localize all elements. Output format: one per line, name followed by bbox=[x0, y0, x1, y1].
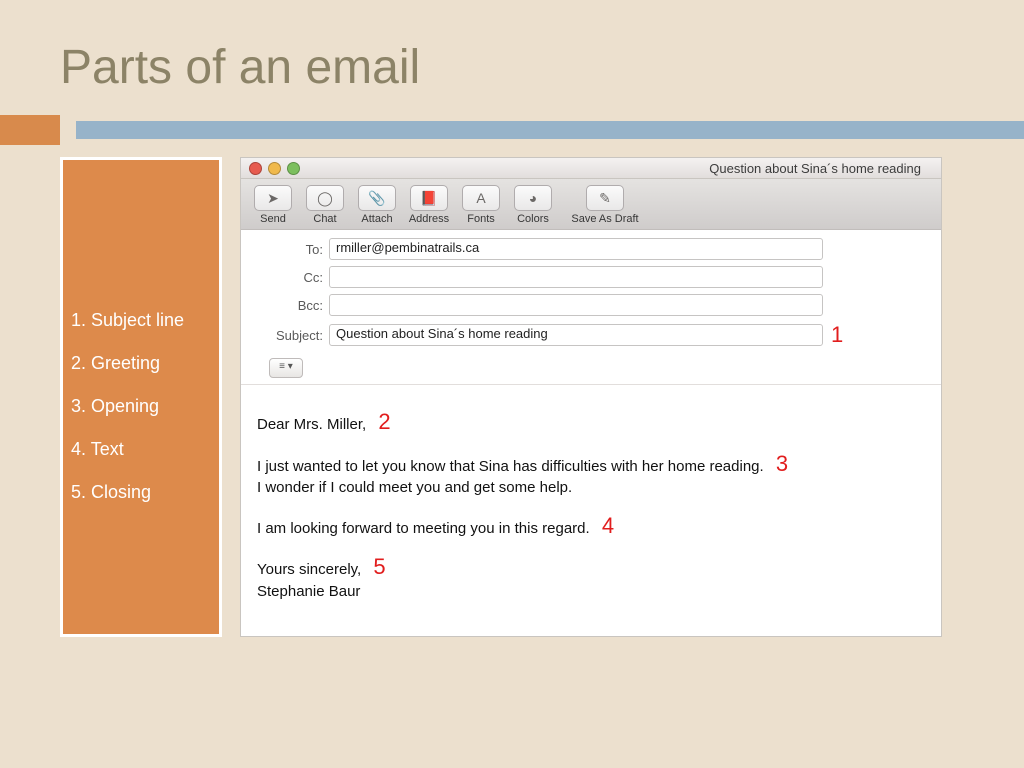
closing-paragraph: Yours sincerely, 5 Stephanie Baur bbox=[257, 552, 925, 602]
colors-label: Colors bbox=[517, 213, 549, 225]
bcc-label: Bcc: bbox=[241, 298, 329, 313]
cc-field[interactable] bbox=[329, 266, 823, 288]
paper-plane-icon: ➤ bbox=[254, 185, 292, 211]
accent-gap bbox=[60, 115, 76, 145]
text-paragraph: I am looking forward to meeting you in t… bbox=[257, 511, 925, 541]
accent-blue bbox=[76, 121, 1024, 139]
mail-compose-window: Question about Sina´s home reading ➤ Sen… bbox=[240, 157, 942, 637]
list-item: 1. Subject line bbox=[71, 310, 207, 331]
accent-orange bbox=[0, 115, 60, 145]
greeting-line: Dear Mrs. Miller, 2 bbox=[257, 407, 925, 437]
list-item: 5. Closing bbox=[71, 482, 207, 503]
fonts-button[interactable]: A Fonts bbox=[459, 185, 503, 225]
opening-paragraph: I just wanted to let you know that Sina … bbox=[257, 449, 925, 499]
zoom-icon[interactable] bbox=[287, 162, 300, 175]
subject-label: Subject: bbox=[241, 328, 329, 343]
bcc-row: Bcc: bbox=[241, 294, 931, 316]
mail-body[interactable]: Dear Mrs. Miller, 2 I just wanted to let… bbox=[241, 385, 941, 634]
greeting-text: Dear Mrs. Miller, bbox=[257, 416, 366, 433]
to-row: To: rmiller@pembinatrails.ca bbox=[241, 238, 931, 260]
toolbar: ➤ Send ◯ Chat 📎 Attach 📕 Address A Fonts… bbox=[241, 179, 941, 230]
annotation-1: 1 bbox=[831, 322, 843, 348]
parts-list: 1. Subject line 2. Greeting 3. Opening 4… bbox=[60, 157, 222, 637]
attach-label: Attach bbox=[361, 213, 392, 225]
attach-button[interactable]: 📎 Attach bbox=[355, 185, 399, 225]
content-row: 1. Subject line 2. Greeting 3. Opening 4… bbox=[0, 145, 1024, 637]
window-titlebar: Question about Sina´s home reading bbox=[241, 158, 941, 179]
header-options-button[interactable]: ≡ ▾ bbox=[269, 358, 303, 378]
fonts-label: Fonts bbox=[467, 213, 495, 225]
address-book-icon: 📕 bbox=[410, 185, 448, 211]
colors-button[interactable]: ◕ Colors bbox=[511, 185, 555, 225]
accent-bar bbox=[0, 115, 1024, 145]
annotation-3: 3 bbox=[776, 451, 788, 476]
bcc-field[interactable] bbox=[329, 294, 823, 316]
opening-line2: I wonder if I could meet you and get som… bbox=[257, 479, 572, 496]
options-row: ≡ ▾ bbox=[241, 354, 931, 378]
list-item: 3. Opening bbox=[71, 396, 207, 417]
annotation-4: 4 bbox=[602, 513, 614, 538]
chat-label: Chat bbox=[313, 213, 336, 225]
to-field[interactable]: rmiller@pembinatrails.ca bbox=[329, 238, 823, 260]
cc-label: Cc: bbox=[241, 270, 329, 285]
text-line: I am looking forward to meeting you in t… bbox=[257, 520, 590, 537]
slide-title: Parts of an email bbox=[60, 40, 1024, 95]
annotation-5: 5 bbox=[373, 554, 385, 579]
cc-row: Cc: bbox=[241, 266, 931, 288]
subject-row: Subject: Question about Sina´s home read… bbox=[241, 322, 931, 348]
save-draft-button[interactable]: ✎ Save As Draft bbox=[563, 185, 647, 225]
closing-line2: Stephanie Baur bbox=[257, 583, 360, 600]
window-title: Question about Sina´s home reading bbox=[709, 161, 921, 176]
list-item: 4. Text bbox=[71, 439, 207, 460]
opening-line1: I just wanted to let you know that Sina … bbox=[257, 458, 764, 475]
send-label: Send bbox=[260, 213, 286, 225]
color-wheel-icon: ◕ bbox=[514, 185, 552, 211]
subject-field[interactable]: Question about Sina´s home reading bbox=[329, 324, 823, 346]
minimize-icon[interactable] bbox=[268, 162, 281, 175]
chat-bubble-icon: ◯ bbox=[306, 185, 344, 211]
address-button[interactable]: 📕 Address bbox=[407, 185, 451, 225]
annotation-2: 2 bbox=[378, 409, 390, 434]
fonts-icon: A bbox=[462, 185, 500, 211]
list-item: 2. Greeting bbox=[71, 353, 207, 374]
send-button[interactable]: ➤ Send bbox=[251, 185, 295, 225]
chat-button[interactable]: ◯ Chat bbox=[303, 185, 347, 225]
draft-icon: ✎ bbox=[586, 185, 624, 211]
slide-title-area: Parts of an email bbox=[0, 0, 1024, 115]
close-icon[interactable] bbox=[249, 162, 262, 175]
window-controls[interactable] bbox=[241, 162, 300, 175]
save-draft-label: Save As Draft bbox=[571, 213, 638, 225]
mail-headers: To: rmiller@pembinatrails.ca Cc: Bcc: Su… bbox=[241, 230, 941, 385]
address-label: Address bbox=[409, 213, 449, 225]
to-label: To: bbox=[241, 242, 329, 257]
paperclip-icon: 📎 bbox=[358, 185, 396, 211]
closing-line1: Yours sincerely, bbox=[257, 561, 361, 578]
